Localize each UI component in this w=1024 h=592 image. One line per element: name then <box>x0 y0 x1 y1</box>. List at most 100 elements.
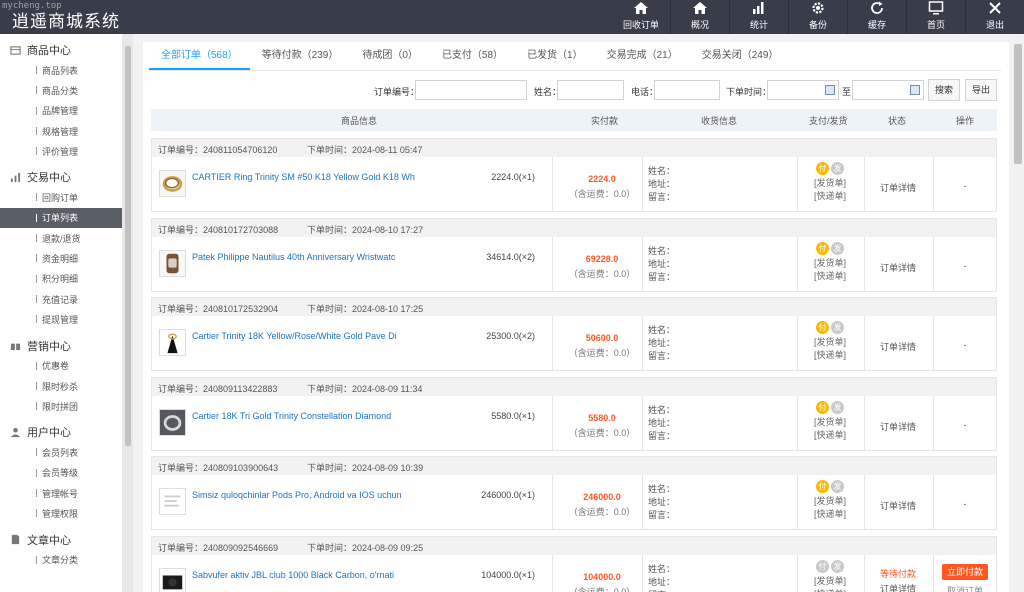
order-detail-link[interactable]: 订单详情 <box>864 261 932 274</box>
sidebar-item[interactable]: 积分明细 <box>0 269 122 289</box>
sidebar-item[interactable]: 会员列表 <box>0 442 122 462</box>
export-button[interactable]: 导出 <box>965 79 998 101</box>
product-thumbnail[interactable] <box>159 567 186 592</box>
sidebar-item[interactable]: 规格管理 <box>0 121 122 141</box>
sidebar-item[interactable]: 退款/退货 <box>0 228 122 248</box>
topnav-label: 首页 <box>926 20 945 30</box>
sidebar-item[interactable]: 商品列表 <box>0 60 122 80</box>
ship-order-link[interactable]: [发货单] <box>797 257 863 270</box>
topnav-home[interactable]: 首页 <box>907 0 965 34</box>
sidebar-item[interactable]: 会员等级 <box>0 463 122 483</box>
topnav-recycle-orders[interactable]: 回收订单 <box>612 0 670 34</box>
ship-order-link[interactable]: [发货单] <box>797 495 863 508</box>
order-detail-link[interactable]: 订单详情 <box>864 420 932 433</box>
sidebar-item[interactable]: 管理权限 <box>0 503 122 523</box>
product-name-link[interactable]: Sabvufer aktiv JBL club 1000 Black Carbo… <box>192 570 422 580</box>
topnav-backup[interactable]: 备份 <box>789 0 847 34</box>
sidebar-group-header[interactable]: 营销中心 <box>0 336 122 356</box>
tab-completed[interactable]: 交易完成（21） <box>595 44 690 70</box>
tab-closed[interactable]: 交易关闭（249） <box>690 44 791 70</box>
product-price-qty: 5580.0(×1) <box>491 410 535 421</box>
sidebar-item[interactable]: 限时拼团 <box>0 396 122 416</box>
tab-all-orders[interactable]: 全部订单（568） <box>149 44 250 70</box>
sidebar-item[interactable]: 回购订单 <box>0 187 122 207</box>
order-detail-link[interactable]: 订单详情 <box>864 582 932 592</box>
product-name-link[interactable]: Cartier Trinity 18K Yellow/Rose/White Go… <box>192 331 422 341</box>
sidebar-item[interactable]: 资金明细 <box>0 248 122 268</box>
tab-paid[interactable]: 已支付（58） <box>430 44 515 70</box>
order-detail-link[interactable]: 订单详情 <box>864 181 932 194</box>
express-order-link[interactable]: [快递单] <box>797 270 863 283</box>
sidebar-item[interactable]: 充值记录 <box>0 289 122 309</box>
tab-pending-group[interactable]: 待成团（0） <box>350 44 430 70</box>
product-thumbnail[interactable] <box>159 329 186 356</box>
product-thumbnail[interactable] <box>159 170 186 197</box>
order-no-input[interactable] <box>415 80 527 100</box>
ship-order-link[interactable]: [发货单] <box>797 575 863 588</box>
tab-pending-payment[interactable]: 等待付款（239） <box>250 44 351 70</box>
receiver-info: 姓名： 地址： 留言： <box>648 245 676 282</box>
order-body: Sabvufer aktiv JBL club 1000 Black Carbo… <box>152 554 996 592</box>
document-icon <box>11 535 20 545</box>
product-thumbnail[interactable] <box>159 249 186 277</box>
gear-icon <box>812 2 824 14</box>
topnav-statistics[interactable]: 统计 <box>730 0 788 34</box>
sidebar-item[interactable]: 品牌管理 <box>0 101 122 121</box>
sidebar-group-header[interactable]: 文章中心 <box>0 530 122 550</box>
order-header: 订单编号：240811054706120 下单时间：2024-08-11 05:… <box>152 139 996 157</box>
pay-now-button[interactable]: 立即付款 <box>942 563 988 580</box>
order-row: 订单编号：240809092546669 下单时间：2024-08-09 09:… <box>151 535 997 592</box>
sidebar-group-users: 用户中心 会员列表 会员等级 管理帐号 管理权限 <box>0 416 122 523</box>
end-date-input[interactable] <box>852 80 924 100</box>
ship-order-link[interactable]: [发货单] <box>797 336 863 349</box>
start-date-input[interactable] <box>767 80 839 100</box>
ship-order-link[interactable]: [发货单] <box>797 177 863 190</box>
freight-note: （含运费：0.0） <box>568 268 636 279</box>
product-name-link[interactable]: Patek Philippe Nautilus 40th Anniversary… <box>192 252 422 262</box>
sidebar-item[interactable]: 管理帐号 <box>0 483 122 503</box>
sidebar-item-order-list[interactable]: 订单列表 <box>0 207 122 229</box>
order-tabs: 全部订单（568） 等待付款（239） 待成团（0） 已支付（58） 已发货（1… <box>149 44 790 70</box>
sidebar-item[interactable]: 文章分类 <box>0 550 122 570</box>
product-thumbnail[interactable] <box>159 408 186 436</box>
product-price-qty: 2224.0(×1) <box>491 172 535 182</box>
cancel-order-link[interactable]: 取消订单 <box>934 584 996 592</box>
main-scrollbar[interactable] <box>1012 34 1024 592</box>
product-name-link[interactable]: CARTIER Ring Trinity SM #50 K18 Yellow G… <box>192 172 422 182</box>
sidebar-group-header[interactable]: 商品中心 <box>0 40 122 60</box>
topnav-cache[interactable]: 缓存 <box>848 0 906 34</box>
sidebar-item[interactable]: 提现管理 <box>0 309 122 329</box>
sidebar-item[interactable]: 限时秒杀 <box>0 376 122 396</box>
order-body: Cartier Trinity 18K Yellow/Rose/White Go… <box>152 316 996 371</box>
sidebar-item[interactable]: 优惠卷 <box>0 356 122 376</box>
express-order-link[interactable]: [快递单] <box>797 508 863 521</box>
paid-badge: 付 <box>816 559 829 573</box>
product-name-link[interactable]: Cartier 18K Tri Gold Trinity Constellati… <box>192 411 422 421</box>
sidebar-group-header[interactable]: 交易中心 <box>0 167 122 187</box>
express-order-link[interactable]: [快递单] <box>797 190 863 203</box>
order-body: Patek Philippe Nautilus 40th Anniversary… <box>152 236 996 292</box>
search-button[interactable]: 搜索 <box>928 79 961 101</box>
order-detail-link[interactable]: 订单详情 <box>864 499 932 512</box>
sidebar-group-header[interactable]: 用户中心 <box>0 422 122 442</box>
topnav-overview[interactable]: 概况 <box>671 0 729 34</box>
express-order-link[interactable]: [快递单] <box>797 429 863 442</box>
topnav-logout[interactable]: 退出 <box>966 0 1024 34</box>
order-number: 240809103900643 <box>203 463 279 473</box>
sidebar-scrollbar[interactable] <box>123 34 133 592</box>
shipped-badge: 发 <box>831 480 844 493</box>
order-detail-link[interactable]: 订单详情 <box>864 340 932 353</box>
name-input[interactable] <box>557 80 624 100</box>
order-no-label: 订单编号： <box>374 87 420 97</box>
tab-shipped[interactable]: 已发货（1） <box>515 44 595 70</box>
topnav-label: 备份 <box>808 20 827 30</box>
sidebar-item[interactable]: 商品分类 <box>0 80 122 100</box>
phone-input[interactable] <box>654 80 720 100</box>
time-label: 下单时间： <box>726 87 772 97</box>
express-order-link[interactable]: [快递单] <box>797 588 863 592</box>
product-thumbnail[interactable] <box>159 488 186 515</box>
sidebar-item[interactable]: 评价管理 <box>0 141 122 161</box>
express-order-link[interactable]: [快递单] <box>797 349 863 362</box>
ship-order-link[interactable]: [发货单] <box>797 416 863 429</box>
product-name-link[interactable]: Simsiz quloqchinlar Pods Pro, Android va… <box>192 490 422 500</box>
